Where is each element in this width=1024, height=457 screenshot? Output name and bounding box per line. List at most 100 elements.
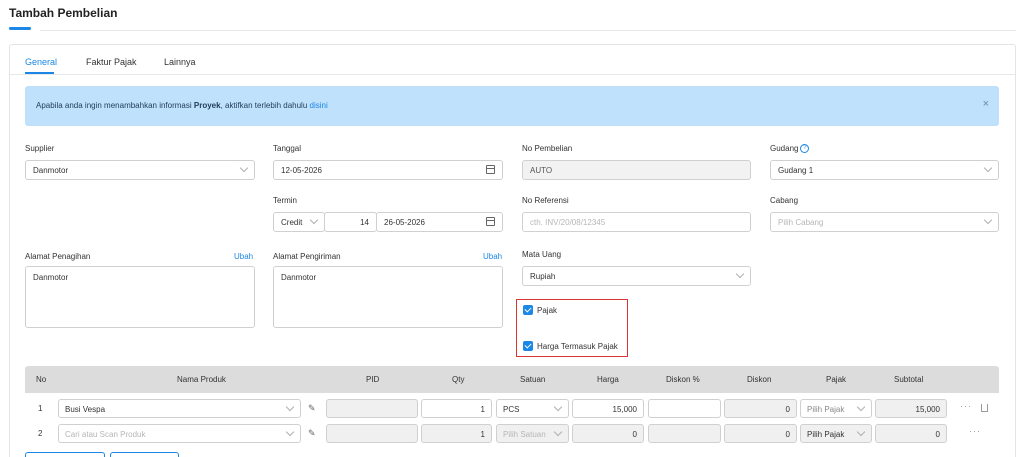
termin-date-input[interactable]: 26-05-2026 — [376, 212, 503, 232]
no-referensi-input[interactable]: cth. INV/20/08/12345 — [522, 212, 751, 232]
alert-message: Apabila anda ingin menambahkan informasi… — [36, 101, 328, 110]
chevron-down-icon — [856, 402, 866, 412]
calendar-icon[interactable] — [486, 217, 495, 226]
chevron-down-icon — [983, 163, 993, 173]
chevron-down-icon — [285, 402, 295, 412]
chevron-down-icon — [856, 427, 866, 437]
alamat-pengiriman-textarea[interactable]: Danmotor — [273, 266, 503, 328]
supplier-select[interactable]: Danmotor — [25, 160, 255, 180]
row1-produk-select[interactable]: Busi Vespa — [58, 399, 301, 418]
calendar-icon[interactable] — [486, 165, 495, 174]
row2-pajak-select: Pilih Pajak — [800, 424, 872, 443]
termin-type-select[interactable]: Credit — [273, 212, 325, 232]
tanggal-value: 12-05-2026 — [281, 166, 322, 175]
mata-uang-label: Mata Uang — [522, 250, 562, 259]
row1-satuan-select[interactable]: PCS — [496, 399, 569, 418]
col-diskon-pct: Diskon % — [666, 375, 700, 384]
title-divider — [40, 30, 1016, 31]
row1-pid — [326, 399, 418, 418]
trash-icon[interactable] — [981, 404, 988, 412]
pencil-icon[interactable]: ✎ — [308, 403, 316, 414]
termin-type-value: Credit — [281, 218, 303, 227]
termin-days-input[interactable]: 14 — [324, 212, 377, 232]
row1-diskon-pct-input[interactable] — [648, 399, 721, 418]
pencil-icon[interactable]: ✎ — [308, 428, 316, 439]
supplier-label: Supplier — [25, 144, 55, 153]
col-satuan: Satuan — [520, 375, 546, 384]
close-icon[interactable]: × — [983, 98, 989, 110]
row2-produk-placeholder: Cari atau Scan Produk — [65, 430, 146, 439]
col-pajak: Pajak — [826, 375, 847, 384]
col-harga: Harga — [597, 375, 619, 384]
tab-lainnya[interactable]: Lainnya — [164, 57, 196, 67]
tab-general[interactable]: General — [25, 57, 57, 67]
col-no: No — [36, 375, 47, 384]
gudang-label-text: Gudang — [770, 144, 799, 153]
no-referensi-label: No Referensi — [522, 196, 569, 205]
row1-pajak-select[interactable]: Pilih Pajak — [800, 399, 872, 418]
row2-pid — [326, 424, 418, 443]
cabang-select[interactable]: Pilih Cabang — [770, 212, 999, 232]
harga-termasuk-pajak-checkbox-icon[interactable] — [523, 341, 533, 351]
row1-diskon: 0 — [724, 399, 797, 418]
termin-label: Termin — [273, 196, 298, 205]
termin-date-value: 26-05-2026 — [384, 218, 425, 227]
alamat-penagihan-ubah-link[interactable]: Ubah — [234, 252, 253, 261]
gudang-label: Gudang? — [770, 144, 810, 154]
no-pembelian-input: AUTO — [522, 160, 751, 180]
help-icon[interactable]: ? — [800, 144, 810, 154]
pajak-checkbox-icon[interactable] — [523, 305, 533, 315]
tanggal-input[interactable]: 12-05-2026 — [273, 160, 503, 180]
cabang-label: Cabang — [770, 196, 799, 205]
no-pembelian-label: No Pembelian — [522, 144, 573, 153]
pajak-checkbox-label: Pajak — [537, 306, 558, 315]
row2-diskon: 0 — [724, 424, 797, 443]
row1-produk-value: Busi Vespa — [65, 405, 106, 414]
row2-diskon-pct — [648, 424, 721, 443]
row1-harga-input[interactable]: 15,000 — [572, 399, 644, 418]
supplier-value: Danmotor — [33, 166, 69, 175]
row2-harga: 0 — [572, 424, 644, 443]
harga-termasuk-pajak-label: Harga Termasuk Pajak — [537, 342, 618, 351]
info-alert: Apabila anda ingin menambahkan informasi… — [25, 86, 999, 126]
row1-satuan-value: PCS — [503, 405, 520, 414]
page-title: Tambah Pembelian — [9, 6, 118, 20]
row2-produk-select[interactable]: Cari atau Scan Produk — [58, 424, 301, 443]
gudang-value: Gudang 1 — [778, 166, 814, 175]
mata-uang-select[interactable]: Rupiah — [522, 266, 751, 286]
tanggal-label: Tanggal — [273, 144, 302, 153]
more-icon[interactable]: ··· — [960, 401, 972, 411]
alamat-pengiriman-label: Alamat Pengiriman — [273, 252, 341, 261]
col-qty: Qty — [452, 375, 465, 384]
tab-divider — [10, 74, 1015, 75]
more-icon[interactable]: ··· — [969, 426, 981, 436]
chevron-down-icon — [553, 402, 563, 412]
tab-faktur-pajak[interactable]: Faktur Pajak — [86, 57, 137, 67]
row2-satuan-placeholder: Pilih Satuan — [503, 430, 546, 439]
gudang-select[interactable]: Gudang 1 — [770, 160, 999, 180]
row2-satuan-select: Pilih Satuan — [496, 424, 569, 443]
row1-no: 1 — [38, 404, 43, 413]
add-row-button[interactable] — [25, 452, 105, 457]
alert-text-1: Apabila anda ingin menambahkan informasi — [36, 101, 194, 110]
chevron-down-icon — [309, 215, 319, 225]
alert-link-disini[interactable]: disini — [310, 101, 328, 110]
alamat-pengiriman-ubah-link[interactable]: Ubah — [483, 252, 502, 261]
row2-subtotal: 0 — [875, 424, 947, 443]
row1-qty-input[interactable]: 1 — [421, 399, 492, 418]
row1-subtotal: 15,000 — [875, 399, 947, 418]
alert-text-2: , aktifkan terlebih dahulu — [220, 101, 310, 110]
col-pid: PID — [366, 375, 380, 384]
title-underline — [9, 27, 31, 30]
alamat-penagihan-textarea[interactable]: Danmotor — [25, 266, 255, 328]
col-diskon: Diskon — [747, 375, 772, 384]
row1-pajak-value: Pilih Pajak — [807, 405, 845, 414]
chevron-down-icon — [553, 427, 563, 437]
col-subtotal: Subtotal — [894, 375, 924, 384]
chevron-down-icon — [983, 215, 993, 225]
chevron-down-icon — [239, 163, 249, 173]
alamat-penagihan-label: Alamat Penagihan — [25, 252, 91, 261]
col-nama-produk: Nama Produk — [177, 375, 226, 384]
secondary-action-button[interactable] — [110, 452, 179, 457]
row2-qty: 1 — [421, 424, 492, 443]
